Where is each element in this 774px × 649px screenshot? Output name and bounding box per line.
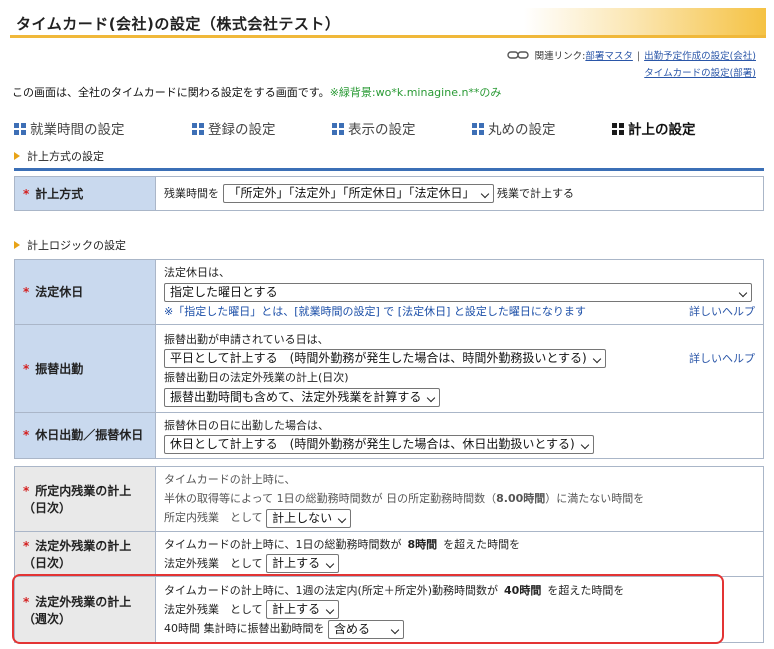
legal-overtime-daily-content: タイムカードの計上時に、1日の総勤務時間数が 8時間 を超えた時間を 法定外残業 と… (155, 530, 764, 577)
link-timecard-dept-settings[interactable]: タイムカードの設定(部署) (644, 68, 756, 79)
method-label: * 計上方式 (14, 176, 156, 211)
substitute-work-label: * 振替出勤 (14, 323, 156, 413)
grid-icon (192, 123, 204, 135)
link-separator: | (636, 51, 641, 62)
method-content: 残業時間を 「所定外」「法定外」「所定休日」「法定休日」 残業で計上する (155, 176, 764, 211)
legal-holiday-select[interactable]: 指定した曜日とする (164, 282, 752, 302)
substitute-work-select[interactable]: 平日として計上する (時間外勤務が発生した場合は、時間外勤務扱いとする) (164, 349, 606, 368)
include-substitute-select[interactable]: 含める (328, 619, 404, 639)
holiday-work-select[interactable]: 休日として計上する (時間外勤務が発生した場合は、休日出勤扱いとする) (164, 435, 594, 455)
page-description: この画面は、全社のタイムカードに関わる設定をする画面です。※緑背景:wo*k.m… (12, 84, 501, 100)
row-legal-holiday: * 法定休日 法定休日は、 指定した曜日とする 詳しいヘルプ ※「指定した曜日」とは… (14, 259, 764, 325)
row-method: * 計上方式 残業時間を 「所定外」「法定外」「所定休日」「法定休日」 残業で計上… (14, 176, 764, 211)
grid-icon (332, 123, 344, 135)
substitute-overtime-select[interactable]: 振替出勤時間も含めて、法定外残業を計算する (164, 387, 441, 407)
related-links-label: 関連リンク: (534, 51, 586, 62)
related-links: 関連リンク:部署マスタ | 出勤予定作成の設定(会社) タイムカードの設定(部署) (506, 48, 756, 82)
description-text: この画面は、全社のタイムカードに関わる設定をする画面です。 (12, 86, 330, 99)
legal-holiday-label: * 法定休日 (14, 259, 156, 325)
page-title-bar: タイムカード(会社)の設定（株式会社テスト） (10, 8, 766, 38)
row-scheduled-overtime-daily: * 所定内残業の計上（日次） タイムカードの計上時に、 半休の取得等によって 1日… (14, 466, 764, 532)
link-attendance-plan-settings[interactable]: 出勤予定作成の設定(会社) (644, 51, 756, 62)
link-department-master[interactable]: 部署マスタ (585, 51, 633, 62)
grid-icon (14, 123, 26, 135)
substitute-work-content: 振替出勤が申請されている日は、 詳しいヘルプ 平日として計上する (時間外勤務が発… (155, 323, 764, 413)
holiday-work-label: * 休日出勤／振替休日 (14, 411, 156, 459)
triangle-right-icon (14, 241, 20, 249)
logic-table: * 法定休日 法定休日は、 指定した曜日とする 詳しいヘルプ ※「指定した曜日」とは… (14, 259, 764, 459)
method-table: * 計上方式 残業時間を 「所定外」「法定外」「所定休日」「法定休日」 残業で計上… (14, 176, 764, 211)
row-substitute-work: * 振替出勤 振替出勤が申請されている日は、 詳しいヘルプ 平日として計上する (時… (14, 323, 764, 413)
legal-overtime-weekly-select[interactable]: 計上する (266, 600, 340, 619)
tab-working-hours[interactable]: 就業時間の設定 (14, 118, 125, 138)
tab-rounding[interactable]: 丸めの設定 (472, 118, 556, 138)
row-legal-overtime-weekly: * 法定外残業の計上（週次） タイムカードの計上時に、1週の法定内(所定＋所定外)… (14, 576, 764, 643)
scheduled-overtime-select[interactable]: 計上しない (266, 508, 352, 528)
green-background-note: ※緑背景:wo*k.minagine.n**のみ (329, 86, 502, 99)
legal-overtime-weekly-label: * 法定外残業の計上（週次） (14, 576, 156, 643)
legal-holiday-note: ※「指定した曜日」とは、[就業時間の設定] で [法定休日] と設定した曜日にな… (164, 304, 586, 318)
section-method-heading: 計上方式の設定 (14, 148, 104, 164)
legal-holiday-help-link[interactable]: 詳しいヘルプ (689, 302, 755, 321)
tab-registration[interactable]: 登録の設定 (192, 118, 276, 138)
legal-overtime-daily-label: * 法定外残業の計上（日次） (14, 530, 156, 577)
row-legal-overtime-daily: * 法定外残業の計上（日次） タイムカードの計上時に、1日の総勤務時間数が 8時間を… (14, 530, 764, 577)
legal-holiday-content: 法定休日は、 指定した曜日とする 詳しいヘルプ ※「指定した曜日」とは、[就業時間… (155, 259, 764, 325)
scheduled-hours-value: 8.00時間 (496, 492, 546, 505)
scheduled-overtime-label: * 所定内残業の計上（日次） (14, 466, 156, 532)
overtime-table: * 所定内残業の計上（日次） タイムカードの計上時に、 半休の取得等によって 1日… (14, 466, 764, 643)
chain-link-icon (506, 51, 529, 59)
method-select[interactable]: 「所定外」「法定外」「所定休日」「法定休日」 (222, 184, 494, 204)
required-mark: * (23, 187, 30, 201)
triangle-right-icon (14, 152, 20, 160)
row-holiday-work: * 休日出勤／振替休日 振替休日の日に出勤した場合は、 休日として計上する (時間… (14, 411, 764, 459)
scheduled-overtime-content: タイムカードの計上時に、 半休の取得等によって 1日の総勤務時間数が 日の所定勤… (155, 466, 764, 532)
section-divider (14, 168, 764, 171)
settings-tabs: 就業時間の設定 登録の設定 表示の設定 丸めの設定 計上の設定 (12, 118, 752, 140)
grid-icon (612, 123, 624, 135)
legal-overtime-weekly-content: タイムカードの計上時に、1週の法定内(所定＋所定外)勤務時間数が 40時間 を超えた… (155, 576, 764, 643)
weekly-hours-value: 40時間 (504, 583, 542, 597)
holiday-work-content: 振替休日の日に出勤した場合は、 休日として計上する (時間外勤務が発生した場合は… (155, 411, 764, 459)
tab-display[interactable]: 表示の設定 (332, 118, 416, 138)
legal-overtime-daily-select[interactable]: 計上する (266, 554, 340, 573)
section-logic-heading: 計上ロジックの設定 (14, 237, 126, 253)
daily-hours-value: 8時間 (407, 537, 438, 551)
tab-accounting[interactable]: 計上の設定 (612, 118, 696, 138)
breadcrumb (0, 0, 774, 6)
page-title: タイムカード(会社)の設定（株式会社テスト） (16, 15, 341, 33)
grid-icon (472, 123, 484, 135)
substitute-work-help-link[interactable]: 詳しいヘルプ (689, 349, 755, 368)
